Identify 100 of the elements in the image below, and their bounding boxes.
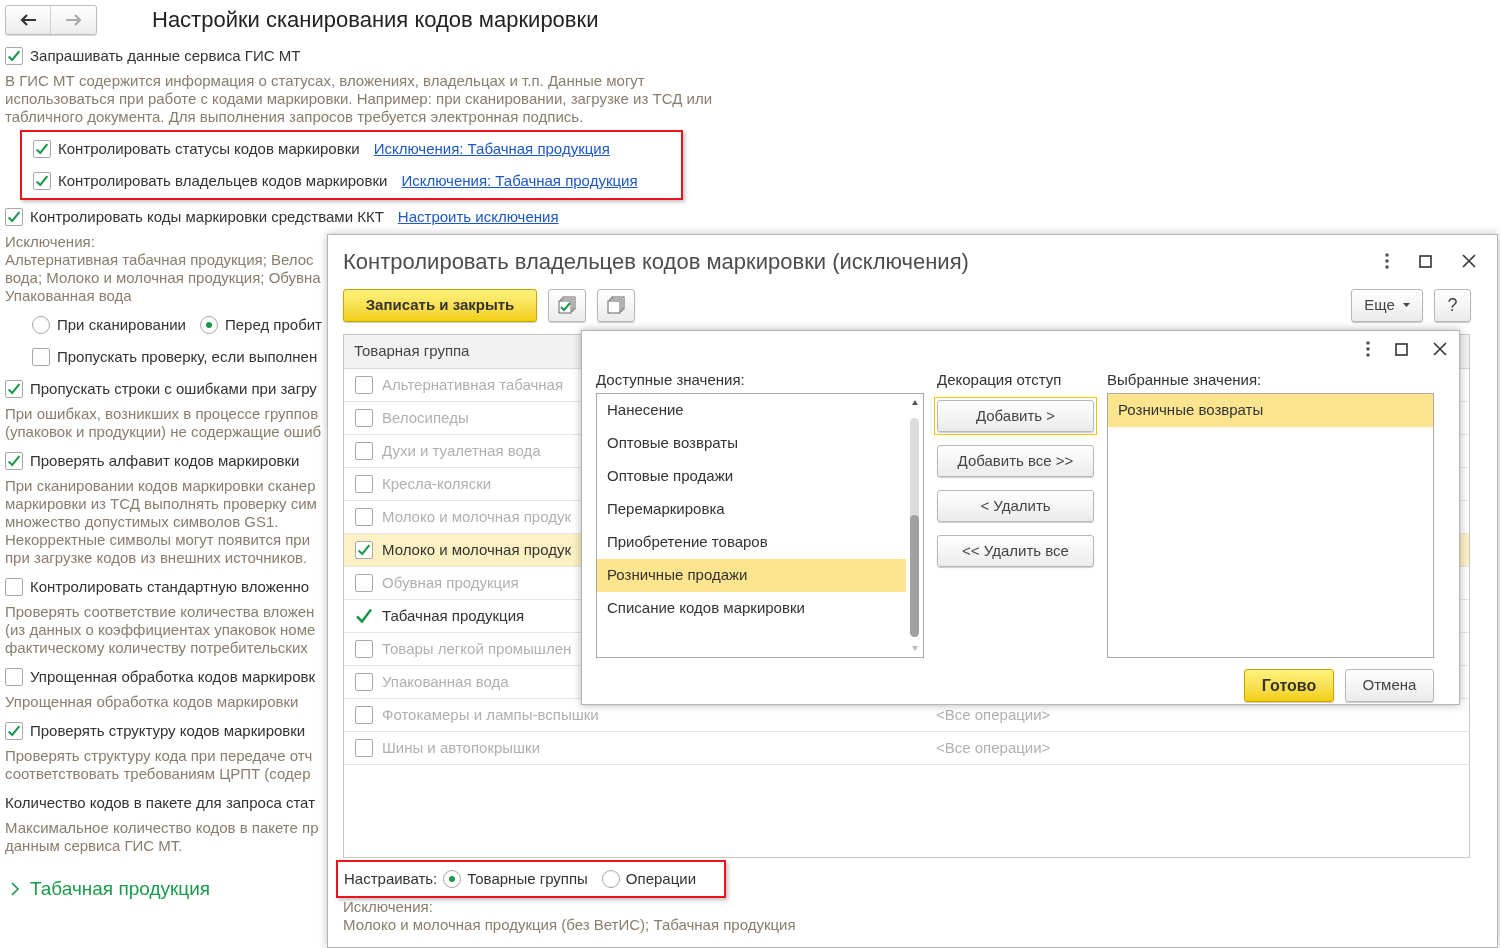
save-and-close-button[interactable]: Записать и закрыть (343, 288, 537, 322)
list-item[interactable]: Списание кодов маркировки (597, 592, 906, 625)
table-cell-text: Молоко и молочная продук (382, 506, 571, 527)
table-cell-text: Молоко и молочная продук (382, 539, 571, 560)
stacked-check-icon (558, 296, 576, 314)
list-item[interactable]: Перемаркировка (597, 493, 906, 526)
radio-button[interactable] (601, 870, 620, 888)
note-text: Исключения: Молоко и молочная продукция (без ВетИС); Табачная продукция (343, 898, 796, 934)
list-item[interactable]: Приобретение товаров (597, 526, 906, 559)
checkbox[interactable] (5, 380, 23, 398)
list-item[interactable]: Оптовые продажи (597, 460, 906, 493)
more-button[interactable]: Еще (1351, 288, 1423, 322)
radio-button[interactable] (32, 316, 50, 334)
checkbox-label: Проверять структуру кодов маркировки (30, 720, 306, 741)
table-cell-text: Товары легкой промышлен (382, 638, 572, 659)
toolbar-button[interactable] (597, 288, 635, 322)
note-text: При сканировании кодов маркировки сканер маркировки из ТСД выполнять проверку сим множество допустимых символов GS1. Некорректные символы могут появится при при загрузке кодов из внешних источников. (5, 477, 317, 567)
table-cell-text: Велосипеды (382, 407, 469, 428)
note-text: При ошибках, возникших в процессе группов (упаковок и продукции) не содержащие ошиб (5, 405, 322, 441)
more-icon[interactable] (1385, 253, 1389, 269)
checkbox[interactable] (355, 706, 373, 724)
link[interactable]: Исключения: Табачная продукция (373, 137, 610, 161)
checkbox-label: Пропускать проверку, если выполнен (57, 346, 318, 367)
list-item[interactable]: Розничные продажи (597, 559, 906, 592)
checkbox[interactable] (33, 172, 51, 190)
toolbar-button[interactable] (548, 288, 586, 322)
table-cell: <Все операции> (936, 738, 1051, 756)
checkbox-label: Контролировать владельцев кодов маркировки (58, 170, 388, 191)
scroll-down-icon[interactable] (911, 646, 918, 651)
close-icon[interactable] (1462, 254, 1476, 268)
table-cell-text: Кресла-коляски (382, 473, 492, 494)
note-text: Исключения: Альтернативная табачная продукция; Велос вода; Молоко и молочная продукция; Обувна Упакованная вода (5, 233, 321, 305)
table-cell-text: Шины и автопокрышки (382, 737, 541, 758)
maximize-icon[interactable] (1419, 254, 1432, 268)
checkbox-label: Контролировать коды маркировки средствами ККТ (30, 206, 384, 227)
checkbox[interactable] (33, 140, 51, 158)
checkbox[interactable] (5, 668, 23, 686)
list-item[interactable]: Розничные возвраты (1108, 394, 1433, 427)
checkbox[interactable] (32, 348, 50, 366)
scroll-up-icon[interactable] (911, 400, 918, 405)
note-text: Проверять структуру кода при передаче отч соответствовать требованиям ЦРПТ (содер (5, 747, 313, 783)
checkbox[interactable] (355, 475, 373, 493)
field-label: Доступные значения: (596, 369, 746, 390)
checkbox-label: Контролировать статусы кодов маркировки (58, 138, 360, 159)
note-text: Упрощенная обработка кодов маркировки (5, 693, 299, 711)
checkbox-label: Пропускать строки с ошибками при загру (30, 378, 317, 399)
arrow-left-icon (19, 13, 37, 27)
help-button[interactable]: ? (1434, 288, 1471, 322)
field-label: Декорация отступ (937, 369, 1063, 390)
table-cell-text: Табачная продукция (382, 605, 525, 626)
note-text: Проверять соответствие количества вложен (из данных о коэффициентах упаковок номе фактическому количеству потребительских (5, 603, 316, 657)
checkbox[interactable] (5, 578, 23, 596)
more-icon[interactable] (1366, 341, 1370, 357)
stacked-pages-icon (607, 296, 625, 314)
table-cell: <Все операции> (936, 705, 1051, 723)
caret-icon (1402, 303, 1410, 307)
table-cell-text: Упакованная вода (382, 671, 509, 692)
checkbox[interactable] (355, 442, 373, 460)
maximize-icon[interactable] (1395, 342, 1408, 356)
field-label: Выбранные значения: (1107, 369, 1263, 390)
checkbox[interactable] (355, 640, 373, 658)
action-button[interactable]: Добавить > (937, 400, 1094, 432)
checkbox[interactable] (355, 376, 373, 394)
link[interactable]: Настроить исключения (397, 205, 559, 229)
checkbox[interactable] (5, 722, 23, 740)
action-button[interactable]: < Удалить (937, 490, 1094, 522)
radio-button[interactable] (443, 870, 462, 888)
checkbox[interactable] (355, 739, 373, 757)
field-label: Количество кодов в пакете для запроса стат (5, 792, 315, 813)
checkbox[interactable] (5, 208, 23, 226)
action-button[interactable]: Добавить все >> (937, 445, 1094, 477)
cancel-button[interactable]: Отмена (1345, 669, 1434, 702)
dialog-title: Контролировать владельцев кодов маркировки (исключения) (343, 247, 969, 276)
checkbox-label: Проверять алфавит кодов маркировки (30, 450, 300, 471)
close-icon[interactable] (1433, 342, 1447, 356)
checkbox[interactable] (355, 409, 373, 427)
checkbox[interactable] (355, 673, 373, 691)
list-item[interactable]: Оптовые возвраты (597, 427, 906, 460)
list-item[interactable]: Нанесение (597, 394, 906, 427)
checkbox[interactable] (5, 452, 23, 470)
scrollbar[interactable] (910, 400, 919, 651)
note-text: Максимальное количество кодов в пакете пр данным сервиса ГИС МТ. (5, 819, 319, 855)
note-text: В ГИС МТ содержится информация о статусах, вложениях, владельцах и т.п. Данные могут использоваться при работе с кодами маркировки. Например: при сканировании, загрузке из ТСД или табличного документа. Для выполнения запросов требуется электронная подпись. (5, 72, 713, 126)
table-cell-text: Духи и туалетная вода (382, 440, 541, 461)
section-header[interactable]: Табачная продукция (30, 874, 211, 904)
done-button[interactable]: Готово (1244, 669, 1334, 702)
checkbox-label: Запрашивать данные сервиса ГИС МТ (30, 45, 301, 66)
chevron-right-icon[interactable] (10, 882, 20, 896)
radio-button[interactable] (199, 316, 218, 334)
checkbox[interactable] (355, 541, 373, 559)
table-cell-text: Фотокамеры и лампы-вспышки (382, 704, 599, 725)
checkbox[interactable] (355, 574, 373, 592)
field-label: Настраивать: (344, 868, 438, 889)
checkbox[interactable] (355, 508, 373, 526)
action-button[interactable]: << Удалить все (937, 535, 1094, 567)
column-header[interactable]: Товарная группа (354, 340, 470, 363)
table-cell-text: Обувная продукция (382, 572, 519, 593)
radio-label: Операции (625, 868, 697, 889)
link[interactable]: Исключения: Табачная продукция (401, 169, 638, 193)
checkbox[interactable] (5, 47, 23, 65)
